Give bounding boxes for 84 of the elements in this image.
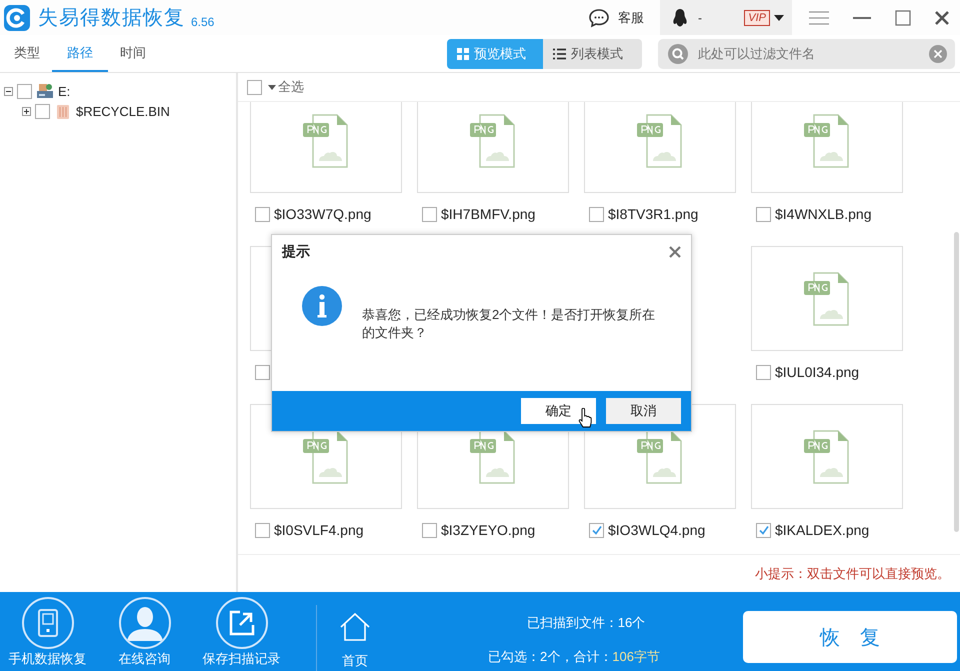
action-button[interactable]: 在线咨询 <box>96 597 193 666</box>
png-file-icon <box>301 112 351 168</box>
hand-cursor-icon <box>578 408 592 428</box>
checkbox[interactable] <box>17 84 32 98</box>
person-icon <box>124 605 164 641</box>
checkbox[interactable] <box>255 522 270 538</box>
drive-icon <box>36 82 54 100</box>
support-button[interactable]: 客服 <box>588 8 644 28</box>
file-thumbnail[interactable] <box>751 246 903 351</box>
checkbox[interactable] <box>35 104 50 118</box>
scrollbar[interactable] <box>954 232 959 532</box>
info-icon <box>302 286 342 326</box>
select-all-label[interactable]: 全选 <box>278 78 304 96</box>
file-name[interactable]: $I0SVLF4.png <box>274 522 364 538</box>
file-name[interactable]: $IKALDEX.png <box>775 522 870 538</box>
file-name[interactable]: $IO3WLQ4.png <box>608 522 706 538</box>
vip-badge[interactable]: VIP <box>744 10 770 26</box>
clear-icon[interactable] <box>929 44 947 62</box>
checkbox[interactable] <box>247 80 262 94</box>
file-name[interactable]: $IO33W7Q.png <box>274 206 372 222</box>
dialog-button[interactable]: 取消 <box>606 398 681 424</box>
checkbox[interactable] <box>422 522 437 538</box>
search-input[interactable]: 此处可以过滤文件名 <box>696 45 921 62</box>
dialog-title: 提示 <box>282 243 310 261</box>
phone-icon <box>38 609 58 637</box>
grid-icon <box>457 48 469 60</box>
dialog-message: 恭喜您，已经成功恢复2个文件！是否打开恢复所在的文件夹？ <box>362 306 656 342</box>
png-file-icon <box>802 270 852 326</box>
tab[interactable]: 路径 <box>52 35 108 72</box>
expand-icon[interactable] <box>22 106 31 116</box>
checkbox[interactable] <box>422 206 437 222</box>
search-icon <box>668 44 688 64</box>
recover-button[interactable]: 恢 复 <box>743 611 957 663</box>
tab[interactable]: 类型 <box>2 35 52 72</box>
png-file-icon <box>468 112 518 168</box>
app-title: 失易得数据恢复 <box>38 6 185 31</box>
file-thumbnail[interactable] <box>250 102 402 193</box>
home-icon <box>338 612 372 642</box>
close-icon[interactable] <box>669 246 681 258</box>
collapse-icon[interactable] <box>4 86 13 96</box>
file-thumbnail[interactable] <box>584 102 736 193</box>
version-label: 6.56 <box>191 14 214 28</box>
maximize-icon[interactable] <box>895 10 911 26</box>
action-button[interactable]: 保存扫描记录 <box>193 597 290 666</box>
file-name[interactable]: $I4WNXLB.png <box>775 206 872 222</box>
checkbox[interactable] <box>255 364 270 380</box>
action-button[interactable]: 手机数据恢复 <box>0 597 96 666</box>
logo-icon <box>4 4 30 30</box>
list-icon <box>553 48 566 60</box>
selected-size: 106字节 <box>612 648 660 666</box>
file-thumbnail[interactable] <box>417 102 569 193</box>
export-icon <box>228 609 256 637</box>
checkbox[interactable] <box>756 522 771 538</box>
search-field[interactable]: 此处可以过滤文件名 <box>658 38 955 68</box>
view-mode-button[interactable]: 列表模式 <box>543 38 642 68</box>
menu-icon[interactable] <box>809 10 829 24</box>
caret-icon[interactable] <box>774 14 784 20</box>
tree-item[interactable]: E: <box>58 84 70 98</box>
checkbox[interactable] <box>756 206 771 222</box>
scanned-count: 已扫描到文件：16个 <box>526 614 646 632</box>
checkbox[interactable] <box>589 522 604 538</box>
dialog-button[interactable]: 确定 <box>521 398 596 424</box>
account-name: - <box>698 10 702 24</box>
file-thumbnail[interactable] <box>751 102 903 193</box>
tab[interactable]: 时间 <box>108 35 158 72</box>
penguin-icon <box>672 8 688 28</box>
file-thumbnail[interactable] <box>751 404 903 509</box>
file-name[interactable]: $IUL0I34.png <box>775 364 860 380</box>
checkbox[interactable] <box>255 206 270 222</box>
home-button[interactable]: 首页 <box>335 612 375 670</box>
chat-icon <box>588 8 610 28</box>
file-name[interactable]: $I8TV3R1.png <box>608 206 698 222</box>
recycle-bin-icon <box>54 102 72 120</box>
png-file-icon <box>635 112 685 168</box>
checkbox[interactable] <box>589 206 604 222</box>
tree-item[interactable]: $RECYCLE.BIN <box>76 104 170 118</box>
file-name[interactable]: $I3ZYEYO.png <box>441 522 536 538</box>
checkbox[interactable] <box>756 364 771 380</box>
png-file-icon <box>802 112 852 168</box>
close-icon[interactable] <box>934 10 950 26</box>
png-file-icon <box>802 428 852 484</box>
selected-count: 已勾选：2个，合计： <box>488 648 612 666</box>
file-name[interactable]: $IH7BMFV.png <box>441 206 536 222</box>
caret-icon[interactable] <box>268 84 276 90</box>
